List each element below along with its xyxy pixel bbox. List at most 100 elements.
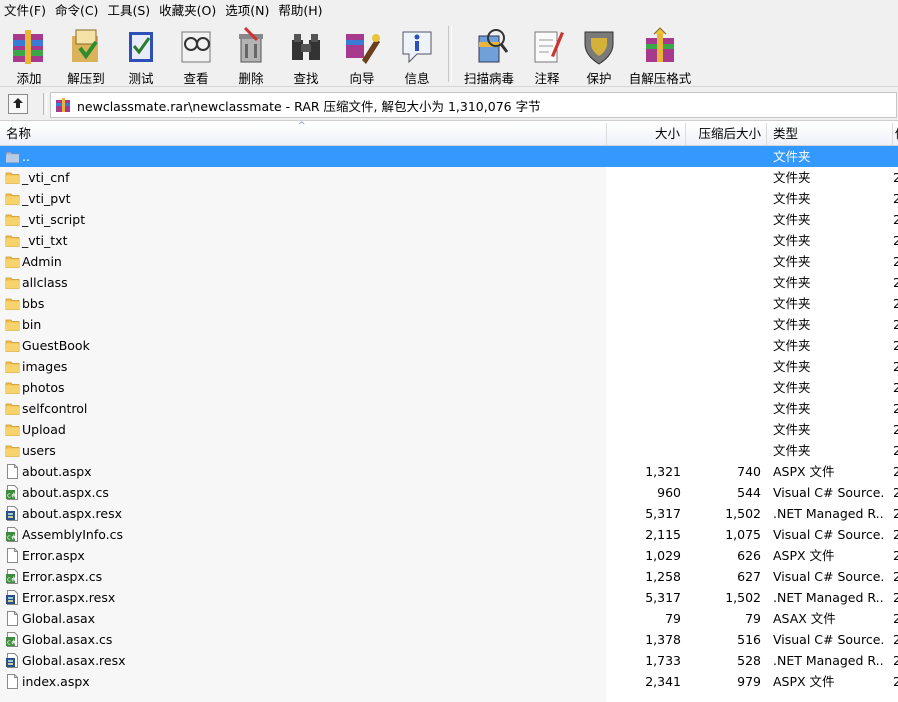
column-modified[interactable]: 修 <box>893 123 898 145</box>
file-size: 1,029 <box>645 548 681 563</box>
file-list-header: 名称 ^ 大小 压缩后大小 类型 修 <box>0 121 898 146</box>
extract-to-button[interactable]: 解压到 <box>58 22 114 86</box>
menu-file[interactable]: 文件(F) <box>0 0 51 22</box>
folder-row[interactable]: images 文件夹 2 <box>0 356 898 377</box>
file-packed-size: 544 <box>737 485 761 500</box>
file-modified: 2 <box>893 212 898 227</box>
file-icon <box>5 548 20 563</box>
file-name: _vti_txt <box>22 233 68 248</box>
file-type: 文件夹 <box>773 254 811 269</box>
folder-row[interactable]: allclass 文件夹 2 <box>0 272 898 293</box>
add-archive-icon <box>8 26 50 66</box>
address-grip <box>43 93 47 115</box>
file-list[interactable]: .. 文件夹 _vti_cnf 文件夹 2 _vti_pvt 文件夹 2 _vti_script… <box>0 146 898 702</box>
file-packed-size: 79 <box>745 611 761 626</box>
folder-row[interactable]: GuestBook 文件夹 2 <box>0 335 898 356</box>
file-packed-size: 516 <box>737 632 761 647</box>
file-row[interactable]: c# Error.aspx.cs 1,258 627 Visual C# Source.… <box>0 566 898 587</box>
folder-row[interactable]: _vti_script 文件夹 2 <box>0 209 898 230</box>
up-folder-button[interactable] <box>8 94 28 114</box>
menu-options[interactable]: 选项(N) <box>221 0 274 22</box>
file-size: 1,378 <box>645 632 681 647</box>
menu-bar: 文件(F) 命令(C) 工具(S) 收藏夹(O) 选项(N) 帮助(H) <box>0 0 898 23</box>
file-modified: 2 <box>893 254 898 269</box>
file-modified: 2 <box>893 569 898 584</box>
delete-button[interactable]: 删除 <box>224 22 278 86</box>
file-name: bin <box>22 317 42 332</box>
menu-command[interactable]: 命令(C) <box>51 0 103 22</box>
file-type: ASPX 文件 <box>773 674 835 689</box>
test-button[interactable]: 测试 <box>114 22 168 86</box>
file-size: 1,321 <box>645 464 681 479</box>
file-type: Visual C# Source... <box>773 485 885 500</box>
file-row[interactable]: about.aspx 1,321 740 ASPX 文件 2 <box>0 461 898 482</box>
file-name: users <box>22 443 56 458</box>
column-packed-size[interactable]: 压缩后大小 <box>686 123 767 145</box>
delete-icon <box>230 26 272 66</box>
file-name: images <box>22 359 68 374</box>
add-button[interactable]: 添加 <box>0 22 58 86</box>
find-button[interactable]: 查找 <box>278 22 334 86</box>
file-modified: 2 <box>893 464 898 479</box>
file-row[interactable]: c# about.aspx.cs 960 544 Visual C# Source...… <box>0 482 898 503</box>
file-type: 文件夹 <box>773 191 811 206</box>
folder-row[interactable]: photos 文件夹 2 <box>0 377 898 398</box>
folder-row[interactable]: _vti_txt 文件夹 2 <box>0 230 898 251</box>
file-row[interactable]: c# Global.asax.cs 1,378 516 Visual C# Source… <box>0 629 898 650</box>
protect-button[interactable]: 保护 <box>572 22 626 86</box>
menu-tools[interactable]: 工具(S) <box>103 0 155 22</box>
virus-scan-button[interactable]: 扫描病毒 <box>456 22 522 86</box>
file-packed-size: 528 <box>737 653 761 668</box>
folder-row[interactable]: Admin 文件夹 2 <box>0 251 898 272</box>
file-row[interactable]: Error.aspx 1,029 626 ASPX 文件 2 <box>0 545 898 566</box>
file-modified: 2 <box>893 296 898 311</box>
file-type: Visual C# Source... <box>773 569 885 584</box>
view-button[interactable]: 查看 <box>168 22 224 86</box>
folder-row[interactable]: selfcontrol 文件夹 2 <box>0 398 898 419</box>
file-icon <box>5 674 20 689</box>
extract-to-icon <box>65 26 107 66</box>
file-type: 文件夹 <box>773 359 811 374</box>
folder-row[interactable]: bbs 文件夹 2 <box>0 293 898 314</box>
file-row[interactable]: Global.asax.resx 1,733 528 .NET Managed R..… <box>0 650 898 671</box>
csharp-file-icon: c# <box>5 485 20 500</box>
address-field[interactable]: newclassmate.rar\newclassmate - RAR 压缩文件… <box>50 92 897 118</box>
file-type: Visual C# Source... <box>773 527 885 542</box>
folder-row[interactable]: .. 文件夹 <box>0 146 898 167</box>
wizard-icon <box>341 26 383 66</box>
file-row[interactable]: c# AssemblyInfo.cs 2,115 1,075 Visual C# Sou… <box>0 524 898 545</box>
folder-icon <box>5 191 20 206</box>
sfx-button[interactable]: 自解压格式 <box>626 22 694 86</box>
file-modified: 2 <box>893 191 898 206</box>
file-name: bbs <box>22 296 45 311</box>
svg-text:c#: c# <box>7 492 17 500</box>
folder-row[interactable]: bin 文件夹 2 <box>0 314 898 335</box>
folder-row[interactable]: users 文件夹 2 <box>0 440 898 461</box>
virus-scan-icon <box>468 26 510 66</box>
folder-icon <box>5 170 20 185</box>
info-button[interactable]: 信息 <box>390 22 444 86</box>
folder-row[interactable]: Upload 文件夹 2 <box>0 419 898 440</box>
column-size[interactable]: 大小 <box>607 123 686 145</box>
file-row[interactable]: Global.asax 79 79 ASAX 文件 2 <box>0 608 898 629</box>
file-name: Error.aspx <box>22 548 85 563</box>
file-modified: 2 <box>893 401 898 416</box>
file-row[interactable]: Error.aspx.resx 5,317 1,502 .NET Managed R.… <box>0 587 898 608</box>
file-row[interactable]: index.aspx 2,341 979 ASPX 文件 2 <box>0 671 898 692</box>
folder-row[interactable]: _vti_pvt 文件夹 2 <box>0 188 898 209</box>
comment-button[interactable]: 注释 <box>522 22 572 86</box>
wizard-button[interactable]: 向导 <box>334 22 390 86</box>
file-modified: 2 <box>893 506 898 521</box>
menu-favorites[interactable]: 收藏夹(O) <box>155 0 221 22</box>
file-type: ASPX 文件 <box>773 548 835 563</box>
folder-row[interactable]: _vti_cnf 文件夹 2 <box>0 167 898 188</box>
svg-text:c#: c# <box>7 576 17 584</box>
file-name: about.aspx.cs <box>22 485 109 500</box>
toolbar-separator <box>448 26 452 82</box>
column-type[interactable]: 类型 <box>767 123 893 145</box>
file-row[interactable]: about.aspx.resx 5,317 1,502 .NET Managed R.… <box>0 503 898 524</box>
file-name: _vti_pvt <box>22 191 71 206</box>
resx-file-icon <box>5 653 20 668</box>
menu-help[interactable]: 帮助(H) <box>274 0 327 22</box>
file-modified: 2 <box>893 485 898 500</box>
